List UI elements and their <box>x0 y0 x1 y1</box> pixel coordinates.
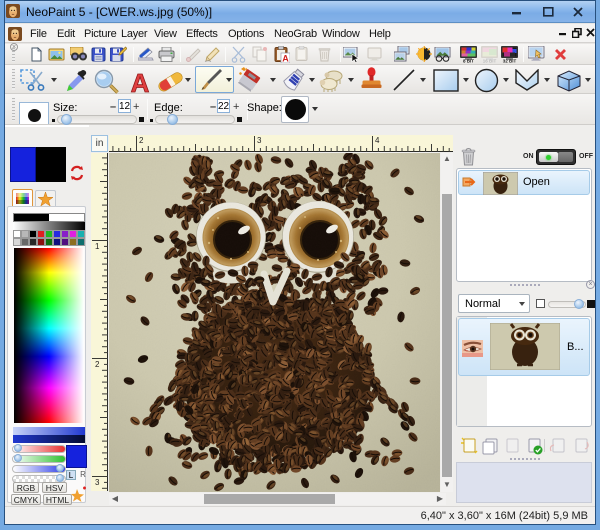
svg-text:2: 2 <box>95 360 100 369</box>
svg-text:2: 2 <box>139 136 144 145</box>
svg-text:3: 3 <box>95 478 100 487</box>
svg-text:32 BIT: 32 BIT <box>503 59 517 64</box>
svg-text:A: A <box>131 70 150 94</box>
svg-text:A: A <box>282 54 289 64</box>
svg-text:4: 4 <box>375 136 380 145</box>
svg-text:1: 1 <box>95 242 100 251</box>
svg-text:16 BIT: 16 BIT <box>483 59 497 64</box>
svg-text:8 BIT: 8 BIT <box>463 59 474 64</box>
svg-text:3: 3 <box>257 136 262 145</box>
